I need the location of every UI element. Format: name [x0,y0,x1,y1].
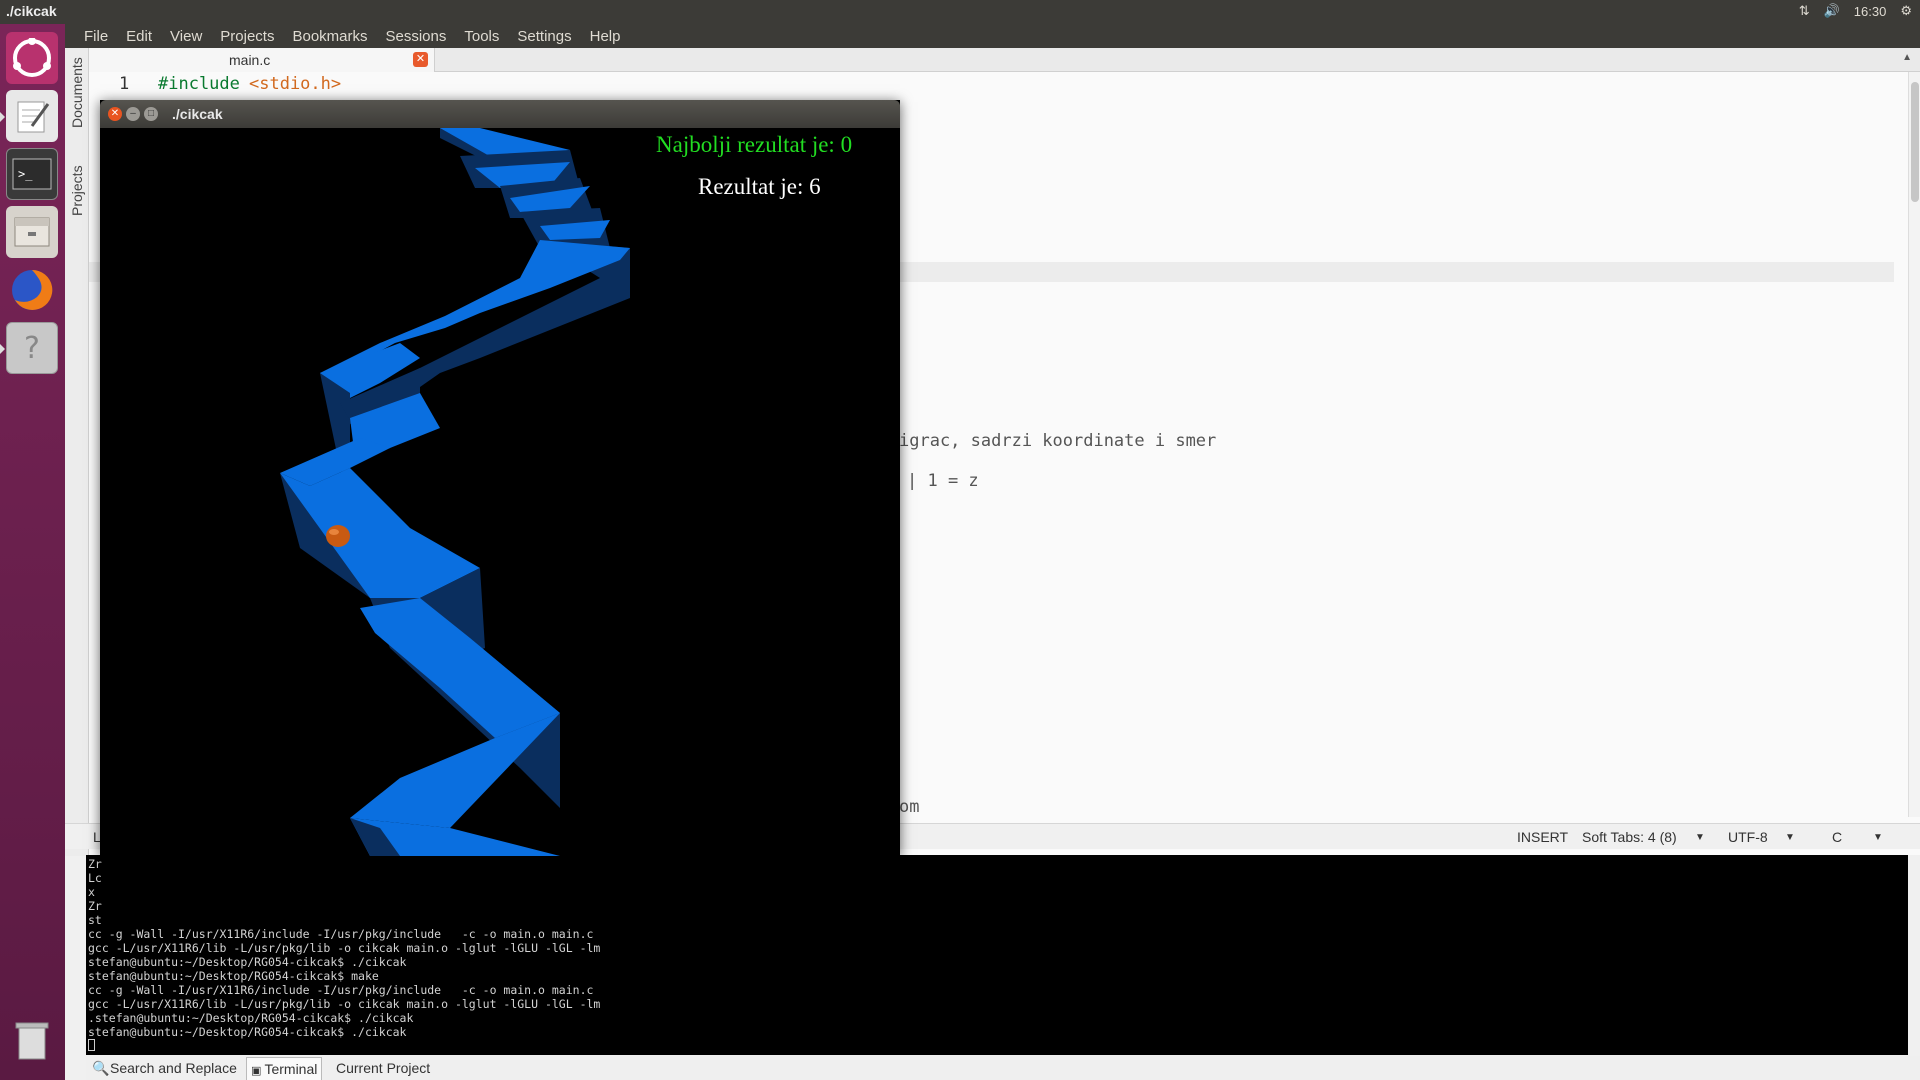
status-encoding[interactable]: UTF-8 [1728,829,1768,845]
menu-view[interactable]: View [161,28,211,45]
launcher: >_ ? [0,24,65,1080]
chevron-down-icon[interactable]: ▼ [1695,832,1705,843]
terminal-line: .stefan@ubuntu:~/Desktop/RG054-cikcak$ .… [88,1011,414,1025]
tab-main-c[interactable]: main.c ✕ [89,48,435,72]
terminal-icon[interactable]: >_ [6,148,58,200]
line-number: 1 [119,74,130,94]
best-score-label: Najbolji rezultat je: 0 [656,132,853,157]
tab-search-and-replace[interactable]: Search and Replace [110,1060,237,1076]
svg-text:>_: >_ [18,167,33,181]
terminal-line: x [88,885,95,899]
terminal-line: st [88,913,102,927]
tab-current-project[interactable]: Current Project [336,1060,430,1076]
game-window[interactable]: ✕ – □ ./cikcak Najbolji rezultat je: 0 R… [100,100,900,856]
ubuntu-icon[interactable] [6,32,58,84]
menu-help[interactable]: Help [581,28,630,45]
include-header: <stdio.h> [249,74,342,94]
terminal-line: cc -g -Wall -I/usr/X11R6/include -I/usr/… [88,983,594,997]
active-window-title: ./cikcak [6,3,57,19]
search-icon: 🔍 [92,1060,110,1076]
clock[interactable]: 16:30 [1854,4,1887,19]
tab-documents[interactable]: Documents [69,57,85,128]
chevron-down-icon[interactable]: ▼ [1785,832,1795,843]
code-fragment: om [899,797,920,817]
chevron-down-icon[interactable]: ▼ [1873,832,1883,843]
document-tabs: main.c ✕ ▲ [89,48,1920,72]
game-titlebar[interactable]: ✕ – □ ./cikcak [100,100,900,128]
maximize-icon[interactable]: □ [144,107,158,121]
code-fragment: | 1 = z [907,471,979,491]
gear-icon[interactable]: ⚙ [1900,3,1912,19]
running-indicator [0,112,5,122]
running-indicator [0,344,5,354]
message-window-tabs: 🔍 Search and Replace ▣ Terminal Current … [86,1056,1920,1080]
close-icon[interactable]: ✕ [413,52,428,67]
terminal-line: cc -g -Wall -I/usr/X11R6/include -I/usr/… [88,927,594,941]
terminal-line: gcc -L/usr/X11R6/lib -L/usr/pkg/lib -o c… [88,997,601,1011]
menu-edit[interactable]: Edit [117,28,161,45]
firefox-icon[interactable] [6,264,58,316]
trash-icon[interactable] [6,1014,58,1066]
menu-bar: File Edit View Projects Bookmarks Sessio… [65,24,1920,48]
volume-icon[interactable]: 🔊 [1824,3,1840,19]
menu-settings[interactable]: Settings [508,28,580,45]
terminal-line: stefan@ubuntu:~/Desktop/RG054-cikcak$ ma… [88,969,379,983]
terminal-cursor [88,1039,95,1051]
tab-terminal-label: Terminal [264,1061,318,1077]
terminal-panel[interactable]: Zr Lc x Zr st cc -g -Wall -I/usr/X11R6/i… [86,855,1908,1055]
chevron-down-icon[interactable]: ▲ [1902,52,1912,63]
include-keyword: #include [158,74,240,94]
code-fragment: igrac, sadrzi koordinate i smer [899,431,1217,451]
terminal-line: Zr [88,857,102,871]
zigzag-path-scene [280,128,630,856]
minimize-icon[interactable]: – [126,107,140,121]
editor-scrollbar[interactable] [1908,72,1920,817]
tab-label: main.c [229,52,271,68]
terminal-line: Lc [88,871,102,885]
game-canvas[interactable]: Najbolji rezultat je: 0 Rezultat je: 6 [100,128,900,856]
player-ball [326,525,350,547]
ball-highlight [329,529,339,535]
menu-sessions[interactable]: Sessions [377,28,456,45]
status-tabs[interactable]: Soft Tabs: 4 (8) [1582,829,1677,845]
close-icon[interactable]: ✕ [108,107,122,121]
desktop: { "topbar": { "title": "./cikcak", "time… [0,0,1920,1080]
current-score-label: Rezultat je: 6 [698,174,821,199]
system-top-bar: ./cikcak ⇅ 🔊 16:30 ⚙ [0,0,1920,24]
menu-projects[interactable]: Projects [211,28,283,45]
tab-terminal[interactable]: ▣ Terminal [246,1057,323,1080]
terminal-icon: ▣ [251,1065,265,1077]
status-filetype[interactable]: C [1832,829,1842,845]
network-icon[interactable]: ⇅ [1799,3,1810,19]
terminal-scrollbar[interactable] [1908,855,1920,1055]
menu-file[interactable]: File [75,28,117,45]
menu-tools[interactable]: Tools [455,28,508,45]
help-icon[interactable]: ? [6,322,58,374]
status-mode: INSERT [1517,829,1569,845]
terminal-line: gcc -L/usr/X11R6/lib -L/usr/pkg/lib -o c… [88,941,601,955]
scrollbar-thumb[interactable] [1911,82,1919,202]
system-tray: ⇅ 🔊 16:30 ⚙ [1799,3,1912,19]
terminal-line: Zr [88,899,102,913]
menu-bookmarks[interactable]: Bookmarks [283,28,376,45]
sidebar-tabs: Documents Projects [65,48,89,856]
terminal-line: stefan@ubuntu:~/Desktop/RG054-cikcak$ ./… [88,1025,407,1039]
files-icon[interactable] [6,206,58,258]
terminal-line: stefan@ubuntu:~/Desktop/RG054-cikcak$ ./… [88,955,407,969]
game-window-title: ./cikcak [172,106,223,122]
text-editor-icon[interactable] [6,90,58,142]
tab-projects[interactable]: Projects [69,165,85,216]
